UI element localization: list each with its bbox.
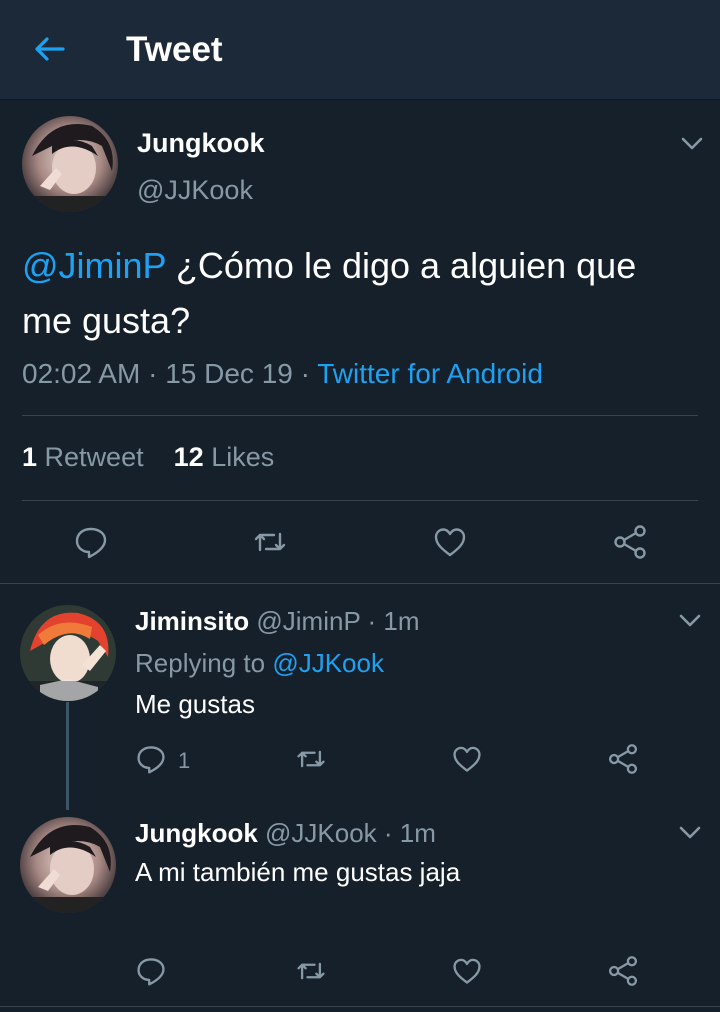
tweet-time: 02:02 AM [22,358,141,389]
author-handle[interactable]: @JJKook [137,175,253,206]
author-name[interactable]: Jungkook [137,128,265,159]
reply-time: 1m [399,818,436,848]
chevron-down-icon[interactable] [676,606,704,634]
retweet-icon[interactable] [295,743,327,775]
reply-author-name[interactable]: Jiminsito [135,606,249,636]
retweet-label: Retweet [44,442,144,472]
like-icon[interactable] [451,743,483,775]
reply-author-handle[interactable]: @JJKook [265,818,377,848]
reply-text: Me gustas [135,689,255,719]
reply-icon[interactable] [135,955,167,987]
reply-avatar[interactable] [20,817,116,913]
reply-author-name[interactable]: Jungkook [135,818,258,848]
reply-author-handle[interactable]: @JiminP [256,606,360,636]
retweet-icon[interactable] [295,955,327,987]
chevron-down-icon[interactable] [676,818,704,846]
thread-line [66,702,69,810]
section-divider [0,1006,720,1007]
reply-text: A mi también me gustas jaja [135,857,461,887]
reply-icon[interactable] [73,524,109,560]
likes-stat[interactable]: 12 Likes [174,442,275,472]
section-divider [0,583,720,584]
share-icon[interactable] [607,955,639,987]
reply-header: Jungkook @JJKook · 1m [135,818,436,849]
divider [22,415,698,416]
page-title: Tweet [126,30,223,69]
chevron-down-icon[interactable] [678,129,706,157]
tweet-text: @JiminP ¿Cómo le digo a alguien que me g… [22,238,692,348]
likes-label: Likes [211,442,275,472]
tweet-meta: 02:02 AM · 15 Dec 19 · Twitter for Andro… [22,358,543,390]
tweet-stats: 1 Retweet 12 Likes [22,442,274,473]
retweet-count: 1 [22,442,38,472]
meta-separator: · [360,606,384,636]
reply-icon[interactable] [135,743,167,775]
retweet-stat[interactable]: 1 Retweet [22,442,144,472]
tweet-source[interactable]: Twitter for Android [317,358,543,389]
divider [22,500,698,501]
author-avatar[interactable] [22,116,118,212]
share-icon[interactable] [607,743,639,775]
reply-avatar[interactable] [20,605,116,701]
top-bar: Tweet [0,0,720,100]
likes-count: 12 [173,442,204,472]
like-icon[interactable] [451,955,483,987]
replying-to: Replying to @JJKook [135,648,384,679]
tweet-mention[interactable]: @JiminP [22,245,166,286]
meta-separator: · [140,358,166,389]
reply-header: Jiminsito @JiminP · 1m [135,606,420,637]
replying-handle[interactable]: @JJKook [272,648,384,678]
replying-prefix: Replying to [135,648,273,678]
meta-separator: · [376,818,400,848]
back-arrow-icon[interactable] [30,30,68,68]
like-icon[interactable] [432,524,468,560]
meta-separator: · [292,358,318,389]
share-icon[interactable] [612,524,648,560]
tweet-date: 15 Dec 19 [165,358,293,389]
reply-time: 1m [383,606,420,636]
reply-count: 1 [178,748,191,773]
retweet-icon[interactable] [252,524,288,560]
